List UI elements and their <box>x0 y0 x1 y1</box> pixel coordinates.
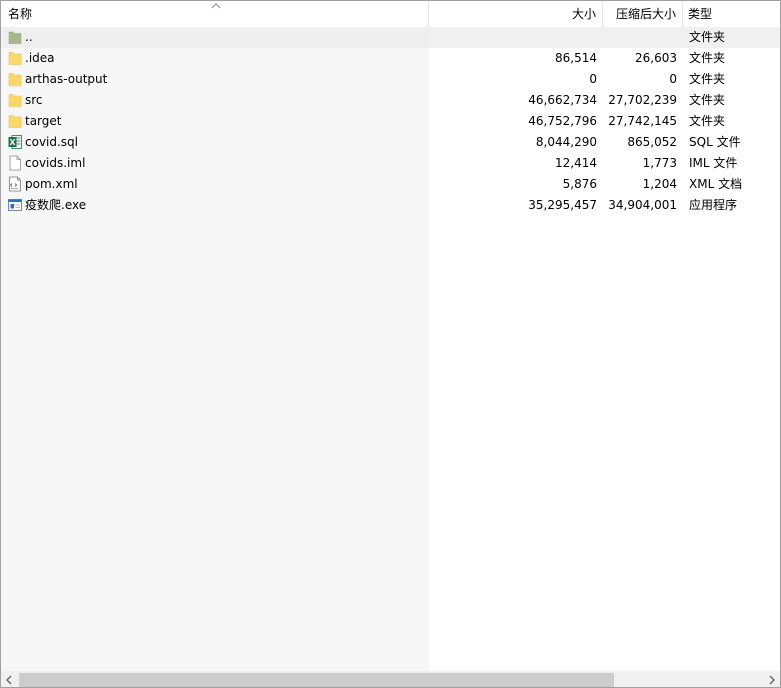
name-cell: .idea <box>1 48 429 69</box>
file-packed-size: 27,742,145 <box>608 114 677 128</box>
file-type: XML 文档 <box>689 177 743 191</box>
file-type: 应用程序 <box>689 198 738 212</box>
table-row-parent[interactable]: .. 文件夹 <box>1 27 780 48</box>
file-name: .idea <box>25 51 55 65</box>
file-packed-size: 1,773 <box>642 156 677 170</box>
file-size: 35,295,457 <box>528 198 597 212</box>
file-type: 文件夹 <box>689 93 726 107</box>
file-packed-size: 0 <box>669 72 677 86</box>
column-header-name-label: 名称 <box>8 7 33 21</box>
file-type: SQL 文件 <box>689 135 741 149</box>
file-size <box>429 27 597 48</box>
column-header-packed-size[interactable]: 压缩后大小 <box>603 1 683 27</box>
column-header-type-label: 类型 <box>688 7 713 21</box>
file-size: 0 <box>589 72 597 86</box>
column-header-size[interactable]: 大小 <box>429 1 603 27</box>
table-row[interactable]: src 46,662,734 27,702,239 文件夹 <box>1 90 780 111</box>
file-packed-size: 34,904,001 <box>608 198 677 212</box>
name-cell: 疫数爬.exe <box>1 195 429 216</box>
file-name: .. <box>25 30 33 44</box>
scroll-left-arrow-icon[interactable] <box>1 672 18 688</box>
file-type: 文件夹 <box>689 30 726 44</box>
file-size: 46,662,734 <box>528 93 597 107</box>
file-packed-size: 865,052 <box>627 135 677 149</box>
xml-file-icon <box>9 176 21 192</box>
scroll-thumb[interactable] <box>19 673 614 687</box>
file-type: 文件夹 <box>689 114 726 128</box>
file-type: 文件夹 <box>689 51 726 65</box>
folder-icon <box>8 94 22 107</box>
folder-icon <box>8 115 22 128</box>
file-name: arthas-output <box>25 72 108 86</box>
name-cell: covids.iml <box>1 153 429 174</box>
table-row[interactable]: covids.iml 12,414 1,773 IML 文件 <box>1 153 780 174</box>
column-header-type[interactable]: 类型 <box>683 1 780 27</box>
column-header-size-label: 大小 <box>571 7 596 21</box>
name-cell: target <box>1 111 429 132</box>
folder-icon <box>8 52 22 65</box>
sort-ascending-icon <box>211 3 221 9</box>
file-type: IML 文件 <box>689 156 738 170</box>
file-type: 文件夹 <box>689 72 726 86</box>
file-name: 疫数爬.exe <box>25 198 87 212</box>
name-cell: arthas-output <box>1 69 429 90</box>
file-rows: .. 文件夹 .idea 86,514 26,603 文件夹 arthas-ou… <box>1 27 780 671</box>
file-packed-size <box>603 27 677 48</box>
file-name: src <box>25 93 43 107</box>
horizontal-scrollbar[interactable] <box>1 671 780 687</box>
file-size: 8,044,290 <box>535 135 597 149</box>
archive-file-list: 名称 大小 压缩后大小 类型 .. 文件夹 .idea 86,514 26,60… <box>0 0 781 688</box>
file-name: covids.iml <box>25 156 86 170</box>
column-header: 名称 大小 压缩后大小 类型 <box>1 1 780 27</box>
file-packed-size: 27,702,239 <box>608 93 677 107</box>
parent-folder-icon <box>8 31 22 44</box>
table-row[interactable]: .idea 86,514 26,603 文件夹 <box>1 48 780 69</box>
exe-file-icon <box>8 199 22 211</box>
table-row[interactable]: arthas-output 0 0 文件夹 <box>1 69 780 90</box>
file-packed-size: 1,204 <box>642 177 677 191</box>
name-cell: .. <box>1 27 429 48</box>
file-size: 46,752,796 <box>528 114 597 128</box>
name-cell: pom.xml <box>1 174 429 195</box>
name-cell: src <box>1 90 429 111</box>
name-cell: covid.sql <box>1 132 429 153</box>
file-size: 86,514 <box>555 51 597 65</box>
table-row[interactable]: target 46,752,796 27,742,145 文件夹 <box>1 111 780 132</box>
file-size: 5,876 <box>562 177 597 191</box>
file-size: 12,414 <box>555 156 597 170</box>
table-row[interactable]: 疫数爬.exe 35,295,457 34,904,001 应用程序 <box>1 195 780 216</box>
scroll-right-arrow-icon[interactable] <box>763 672 780 688</box>
file-packed-size: 26,603 <box>635 51 677 65</box>
table-row[interactable]: covid.sql 8,044,290 865,052 SQL 文件 <box>1 132 780 153</box>
file-name: pom.xml <box>25 177 78 191</box>
file-name: covid.sql <box>25 135 79 149</box>
column-header-packed-size-label: 压缩后大小 <box>615 7 676 21</box>
blank-file-icon <box>9 155 21 171</box>
excel-file-icon <box>8 135 22 149</box>
table-row[interactable]: pom.xml 5,876 1,204 XML 文档 <box>1 174 780 195</box>
file-name: target <box>25 114 62 128</box>
folder-icon <box>8 73 22 86</box>
